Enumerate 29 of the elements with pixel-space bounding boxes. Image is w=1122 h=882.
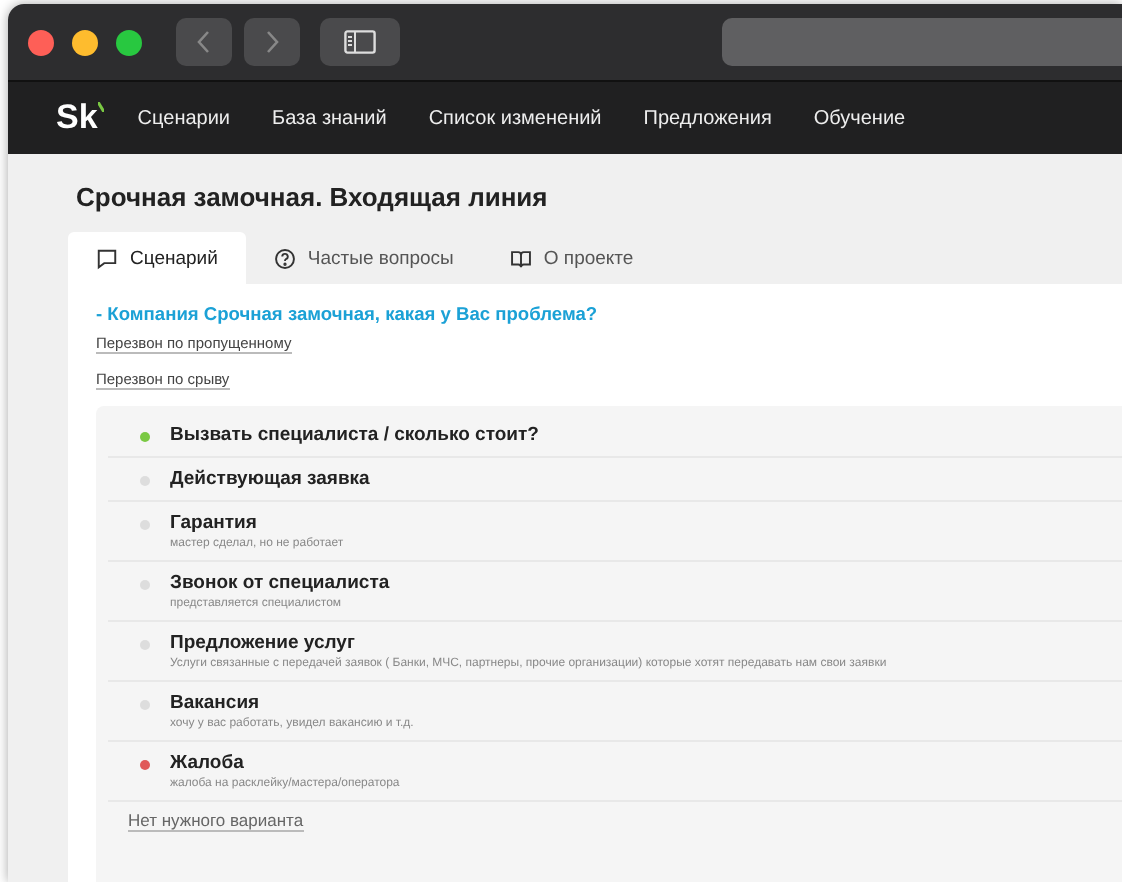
chevron-right-icon [264, 30, 280, 54]
option-title[interactable]: Звонок от специалиста [170, 572, 390, 594]
close-icon[interactable] [28, 29, 54, 55]
option-title[interactable]: Гарантия [170, 512, 344, 534]
nav-link[interactable]: Список изменений [428, 107, 602, 129]
sidebar-button[interactable] [320, 18, 400, 66]
tab[interactable]: Сценарий [68, 232, 246, 284]
nav-link[interactable]: Обучение [813, 107, 906, 129]
option-title[interactable]: Предложение услуг [170, 632, 887, 654]
logo[interactable]: Sk [56, 98, 98, 138]
nav-link[interactable]: Предложения [643, 107, 772, 129]
chat-icon [96, 248, 118, 270]
no-option-link[interactable]: Нет нужного варианта [128, 810, 304, 832]
option-title[interactable]: Жалоба [170, 752, 400, 774]
sidebar-icon [344, 30, 376, 54]
page-title: Срочная замочная. Входящая линия [76, 182, 550, 212]
greeting-text: - Компания Срочная замочная, какая у Вас проблема? [96, 304, 598, 324]
forward-button[interactable] [244, 18, 300, 66]
chevron-left-icon [196, 30, 212, 54]
nav-link[interactable]: База знаний [272, 107, 387, 129]
option-title[interactable]: Вызвать специалиста / сколько стоит? [170, 424, 539, 446]
maximize-icon[interactable] [116, 29, 142, 55]
question-icon [273, 248, 296, 270]
option-title[interactable]: Действующая заявка [170, 468, 370, 490]
nav-link[interactable]: Сценарии [137, 107, 231, 129]
book-icon [509, 248, 532, 270]
option-title[interactable]: Вакансия [170, 692, 414, 714]
back-button[interactable] [176, 18, 232, 66]
minimize-icon[interactable] [72, 29, 98, 55]
